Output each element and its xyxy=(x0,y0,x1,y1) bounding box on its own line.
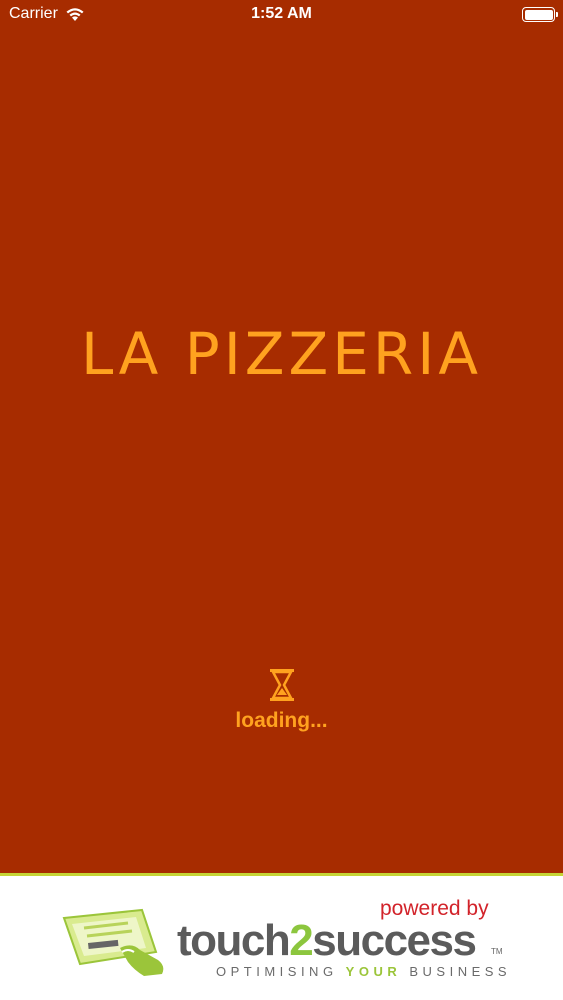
brand-tagline: OPTIMISING YOUR BUSINESS xyxy=(216,964,511,979)
tagline-highlight: YOUR xyxy=(345,964,402,979)
footer-branding: powered by touch2success TM OPTIMISING Y… xyxy=(0,873,563,1000)
status-bar: Carrier 1:52 AM xyxy=(0,0,563,30)
brand-wordmark: touch2success xyxy=(177,916,477,966)
battery-icon xyxy=(522,7,558,22)
tagline-start: OPTIMISING xyxy=(216,964,346,979)
status-time: 1:52 AM xyxy=(251,5,312,22)
hourglass-icon xyxy=(269,669,294,701)
battery-fill xyxy=(524,9,553,20)
brand-part-touch: touch xyxy=(177,916,291,965)
touch2success-logo-icon xyxy=(62,908,164,976)
loading-label: loading... xyxy=(235,709,328,732)
trademark-mark: TM xyxy=(491,947,503,956)
brand-part-two: 2 xyxy=(289,916,313,965)
loading-indicator: loading... xyxy=(0,668,563,733)
brand-part-success: success xyxy=(312,916,477,965)
tagline-end: BUSINESS xyxy=(401,964,512,979)
restaurant-title: LA PIZZERIA xyxy=(80,320,483,388)
